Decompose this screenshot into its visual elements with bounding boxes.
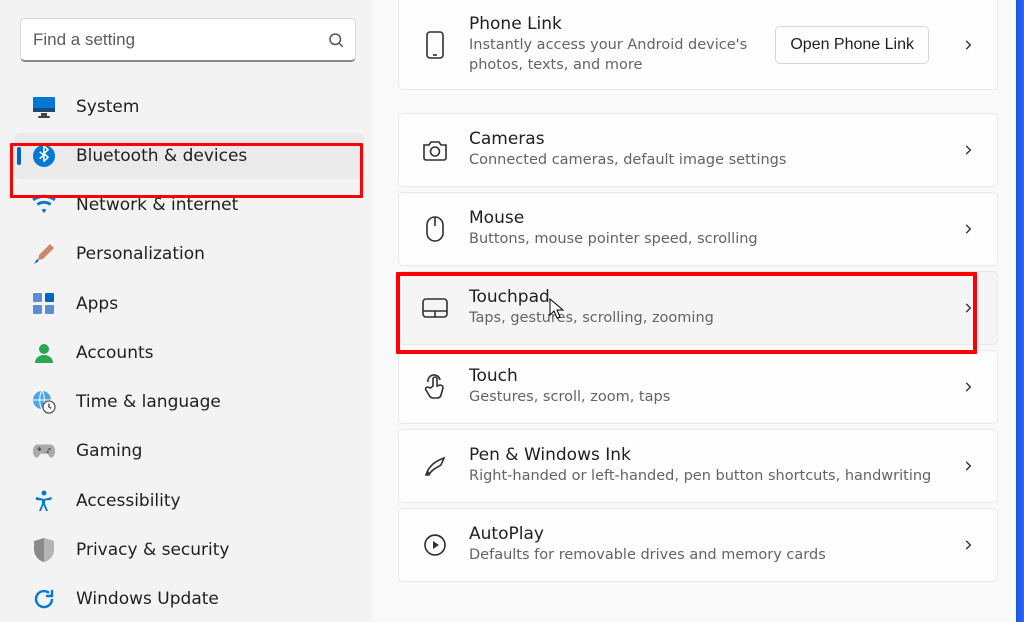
touch-icon	[421, 373, 449, 401]
sidebar-item-time[interactable]: Time & language	[14, 380, 364, 425]
card-mouse[interactable]: Mouse Buttons, mouse pointer speed, scro…	[398, 192, 998, 266]
card-title: Cameras	[469, 129, 941, 149]
chevron-right-icon	[961, 301, 975, 315]
sidebar-item-label: Accessibility	[76, 491, 181, 511]
card-phone-link[interactable]: Phone Link Instantly access your Android…	[398, 0, 998, 90]
card-cameras[interactable]: Cameras Connected cameras, default image…	[398, 113, 998, 187]
phone-icon	[421, 31, 449, 59]
search-input[interactable]	[33, 30, 327, 50]
sidebar-item-privacy[interactable]: Privacy & security	[14, 527, 364, 572]
sidebar-item-system[interactable]: System	[14, 84, 364, 129]
system-icon	[32, 95, 56, 119]
card-desc: Gestures, scroll, zoom, taps	[469, 388, 941, 408]
update-icon	[32, 587, 56, 611]
paintbrush-icon	[32, 242, 56, 266]
sidebar-item-label: System	[76, 97, 139, 117]
chevron-right-icon	[961, 459, 975, 473]
sidebar-item-network[interactable]: Network & internet	[14, 183, 364, 228]
search-input-wrap[interactable]	[20, 18, 356, 62]
sidebar-item-gaming[interactable]: Gaming	[14, 429, 364, 474]
card-desc: Defaults for removable drives and memory…	[469, 546, 941, 566]
sidebar-item-label: Time & language	[76, 392, 221, 412]
camera-icon	[421, 136, 449, 164]
sidebar-item-label: Bluetooth & devices	[76, 146, 247, 166]
sidebar-item-label: Apps	[76, 294, 118, 314]
shield-icon	[32, 538, 56, 562]
card-touchpad[interactable]: Touchpad Taps, gestures, scrolling, zoom…	[398, 271, 998, 345]
sidebar-item-update[interactable]: Windows Update	[14, 577, 364, 622]
mouse-icon	[421, 215, 449, 243]
chevron-right-icon	[961, 222, 975, 236]
wifi-icon	[32, 193, 56, 217]
card-title: Phone Link	[469, 14, 755, 34]
autoplay-icon	[421, 531, 449, 559]
person-icon	[32, 341, 56, 365]
accessibility-icon	[32, 489, 56, 513]
gamepad-icon	[32, 439, 56, 463]
sidebar-item-label: Gaming	[76, 441, 142, 461]
chevron-right-icon	[961, 143, 975, 157]
chevron-right-icon	[961, 38, 975, 52]
card-desc: Connected cameras, default image setting…	[469, 151, 941, 171]
card-autoplay[interactable]: AutoPlay Defaults for removable drives a…	[398, 508, 998, 582]
sidebar-item-personalization[interactable]: Personalization	[14, 232, 364, 277]
search-icon	[327, 31, 345, 49]
globe-clock-icon	[32, 390, 56, 414]
apps-icon	[32, 292, 56, 316]
sidebar-item-label: Privacy & security	[76, 540, 230, 560]
card-title: Mouse	[469, 208, 941, 228]
sidebar-item-label: Windows Update	[76, 589, 219, 609]
chevron-right-icon	[961, 538, 975, 552]
sidebar-item-label: Accounts	[76, 343, 154, 363]
pen-icon	[421, 452, 449, 480]
card-title: AutoPlay	[469, 524, 941, 544]
sidebar-item-label: Network & internet	[76, 195, 238, 215]
sidebar-item-label: Personalization	[76, 244, 205, 264]
sidebar-item-apps[interactable]: Apps	[14, 281, 364, 326]
chevron-right-icon	[961, 380, 975, 394]
open-phone-link-button[interactable]: Open Phone Link	[775, 26, 929, 64]
bluetooth-icon	[32, 144, 56, 168]
settings-window: System Bluetooth & devices Network & int…	[0, 0, 1024, 622]
sidebar-item-accessibility[interactable]: Accessibility	[14, 478, 364, 523]
sidebar-item-bluetooth[interactable]: Bluetooth & devices	[14, 133, 364, 178]
card-pen[interactable]: Pen & Windows Ink Right-handed or left-h…	[398, 429, 998, 503]
card-touch[interactable]: Touch Gestures, scroll, zoom, taps	[398, 350, 998, 424]
sidebar: System Bluetooth & devices Network & int…	[0, 0, 372, 622]
card-title: Pen & Windows Ink	[469, 445, 941, 465]
window-right-edge	[1016, 0, 1024, 622]
touchpad-icon	[421, 294, 449, 322]
card-title: Touchpad	[469, 287, 941, 307]
card-desc: Right-handed or left-handed, pen button …	[469, 467, 941, 487]
card-desc: Taps, gestures, scrolling, zooming	[469, 309, 941, 329]
card-desc: Instantly access your Android device's p…	[469, 36, 755, 75]
sidebar-item-accounts[interactable]: Accounts	[14, 330, 364, 375]
content-area: Phone Link Instantly access your Android…	[372, 0, 1024, 622]
card-desc: Buttons, mouse pointer speed, scrolling	[469, 230, 941, 250]
card-title: Touch	[469, 366, 941, 386]
